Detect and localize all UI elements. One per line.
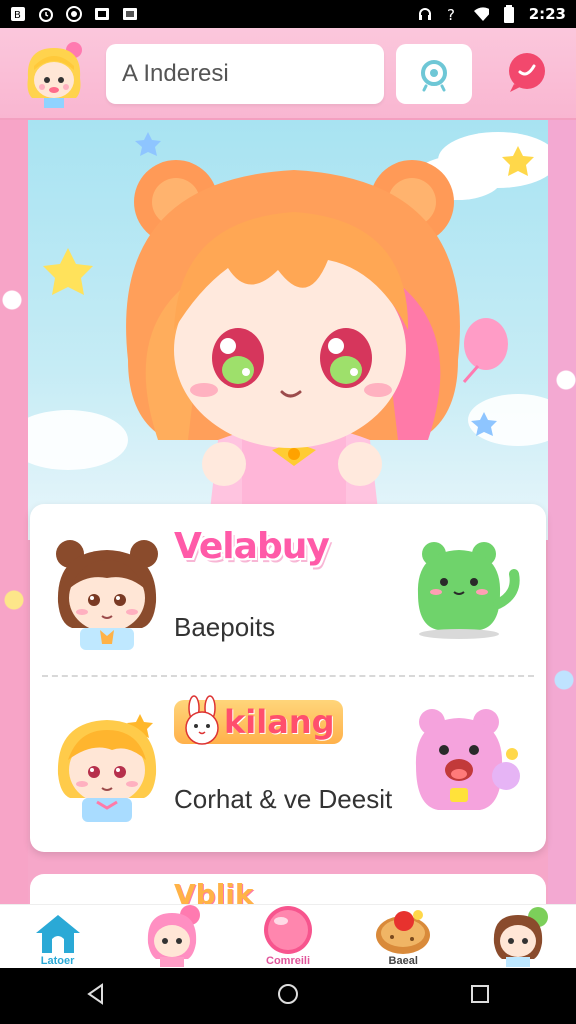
alarm-icon bbox=[38, 6, 54, 22]
nav-item-character[interactable] bbox=[115, 905, 230, 969]
green-frog-mascot-icon bbox=[410, 534, 520, 644]
home-icon bbox=[35, 915, 80, 953]
bottom-nav: Latoer Comreili Baeal bbox=[0, 904, 576, 969]
feed-card: Velabuy Baepoits kilang Corhat & ve Dees… bbox=[30, 504, 546, 852]
home-button[interactable] bbox=[276, 982, 300, 1010]
photo-icon bbox=[122, 6, 138, 22]
notification-icon: B bbox=[10, 6, 26, 22]
feed-item[interactable]: kilang Corhat & ve Deesit bbox=[30, 676, 546, 846]
recents-icon bbox=[471, 985, 489, 1003]
circle-icon bbox=[66, 6, 82, 22]
chat-button[interactable] bbox=[504, 50, 550, 96]
bunny-icon bbox=[180, 694, 226, 748]
feed-item-title: Velabuy bbox=[174, 526, 330, 567]
nav-item-profile[interactable] bbox=[461, 905, 576, 969]
back-button[interactable] bbox=[84, 982, 108, 1010]
recents-button[interactable] bbox=[468, 982, 492, 1010]
feed-item-title: Vblik bbox=[174, 878, 254, 904]
svg-text:B: B bbox=[14, 10, 21, 21]
search-input[interactable]: A Inderesi bbox=[106, 44, 384, 104]
feed-item[interactable]: Velabuy Baepoits bbox=[30, 504, 546, 674]
blonde-boy-icon bbox=[52, 704, 162, 824]
signal-question-icon: ? bbox=[445, 6, 461, 22]
wifi-icon bbox=[473, 6, 489, 22]
feed-item-subtitle: Baepoits bbox=[174, 612, 276, 642]
feed-item-subtitle: Corhat & ve Deesit bbox=[174, 784, 393, 814]
photo-icon bbox=[94, 6, 110, 22]
headset-icon bbox=[417, 6, 433, 22]
pink-hair-character-icon bbox=[147, 905, 200, 967]
nav-label: Baeal bbox=[388, 955, 418, 967]
nav-label: Latoer bbox=[40, 955, 75, 967]
feed-item-title: kilang bbox=[224, 703, 335, 741]
chat-bubble-icon bbox=[509, 53, 545, 92]
status-bar: B ? 2:23 bbox=[0, 0, 576, 28]
svg-text:?: ? bbox=[447, 6, 455, 22]
blonde-girl-avatar-icon bbox=[27, 42, 82, 108]
pink-bear-mascot-icon bbox=[410, 706, 520, 816]
home-circle-icon bbox=[278, 984, 298, 1004]
hero-character-illustration bbox=[28, 132, 548, 512]
back-icon bbox=[87, 983, 103, 1005]
girl-character-icon bbox=[494, 907, 549, 967]
pink-ball-icon bbox=[264, 906, 312, 954]
clock: 2:23 bbox=[528, 5, 566, 23]
feed-card-next[interactable]: Vblik bbox=[30, 874, 546, 904]
nav-item-food[interactable]: Baeal bbox=[346, 905, 461, 969]
search-icon bbox=[421, 60, 447, 92]
system-navigation-bar bbox=[0, 968, 576, 1024]
app-bar: A Inderesi bbox=[0, 28, 576, 120]
search-input-text: A Inderesi bbox=[122, 60, 229, 87]
nav-item-community[interactable]: Comreili bbox=[230, 905, 345, 969]
search-button[interactable] bbox=[396, 44, 472, 104]
nav-label: Comreili bbox=[266, 955, 311, 967]
content-area: Velabuy Baepoits kilang Corhat & ve Dees… bbox=[0, 120, 576, 904]
battery-icon bbox=[501, 5, 517, 23]
cookie-icon bbox=[376, 910, 431, 954]
feed-item-title-badge: kilang bbox=[174, 695, 343, 745]
nav-item-home[interactable]: Latoer bbox=[0, 905, 115, 969]
brown-hair-girl-icon bbox=[52, 532, 162, 652]
hero-banner[interactable] bbox=[28, 120, 548, 540]
profile-avatar[interactable] bbox=[20, 40, 88, 108]
